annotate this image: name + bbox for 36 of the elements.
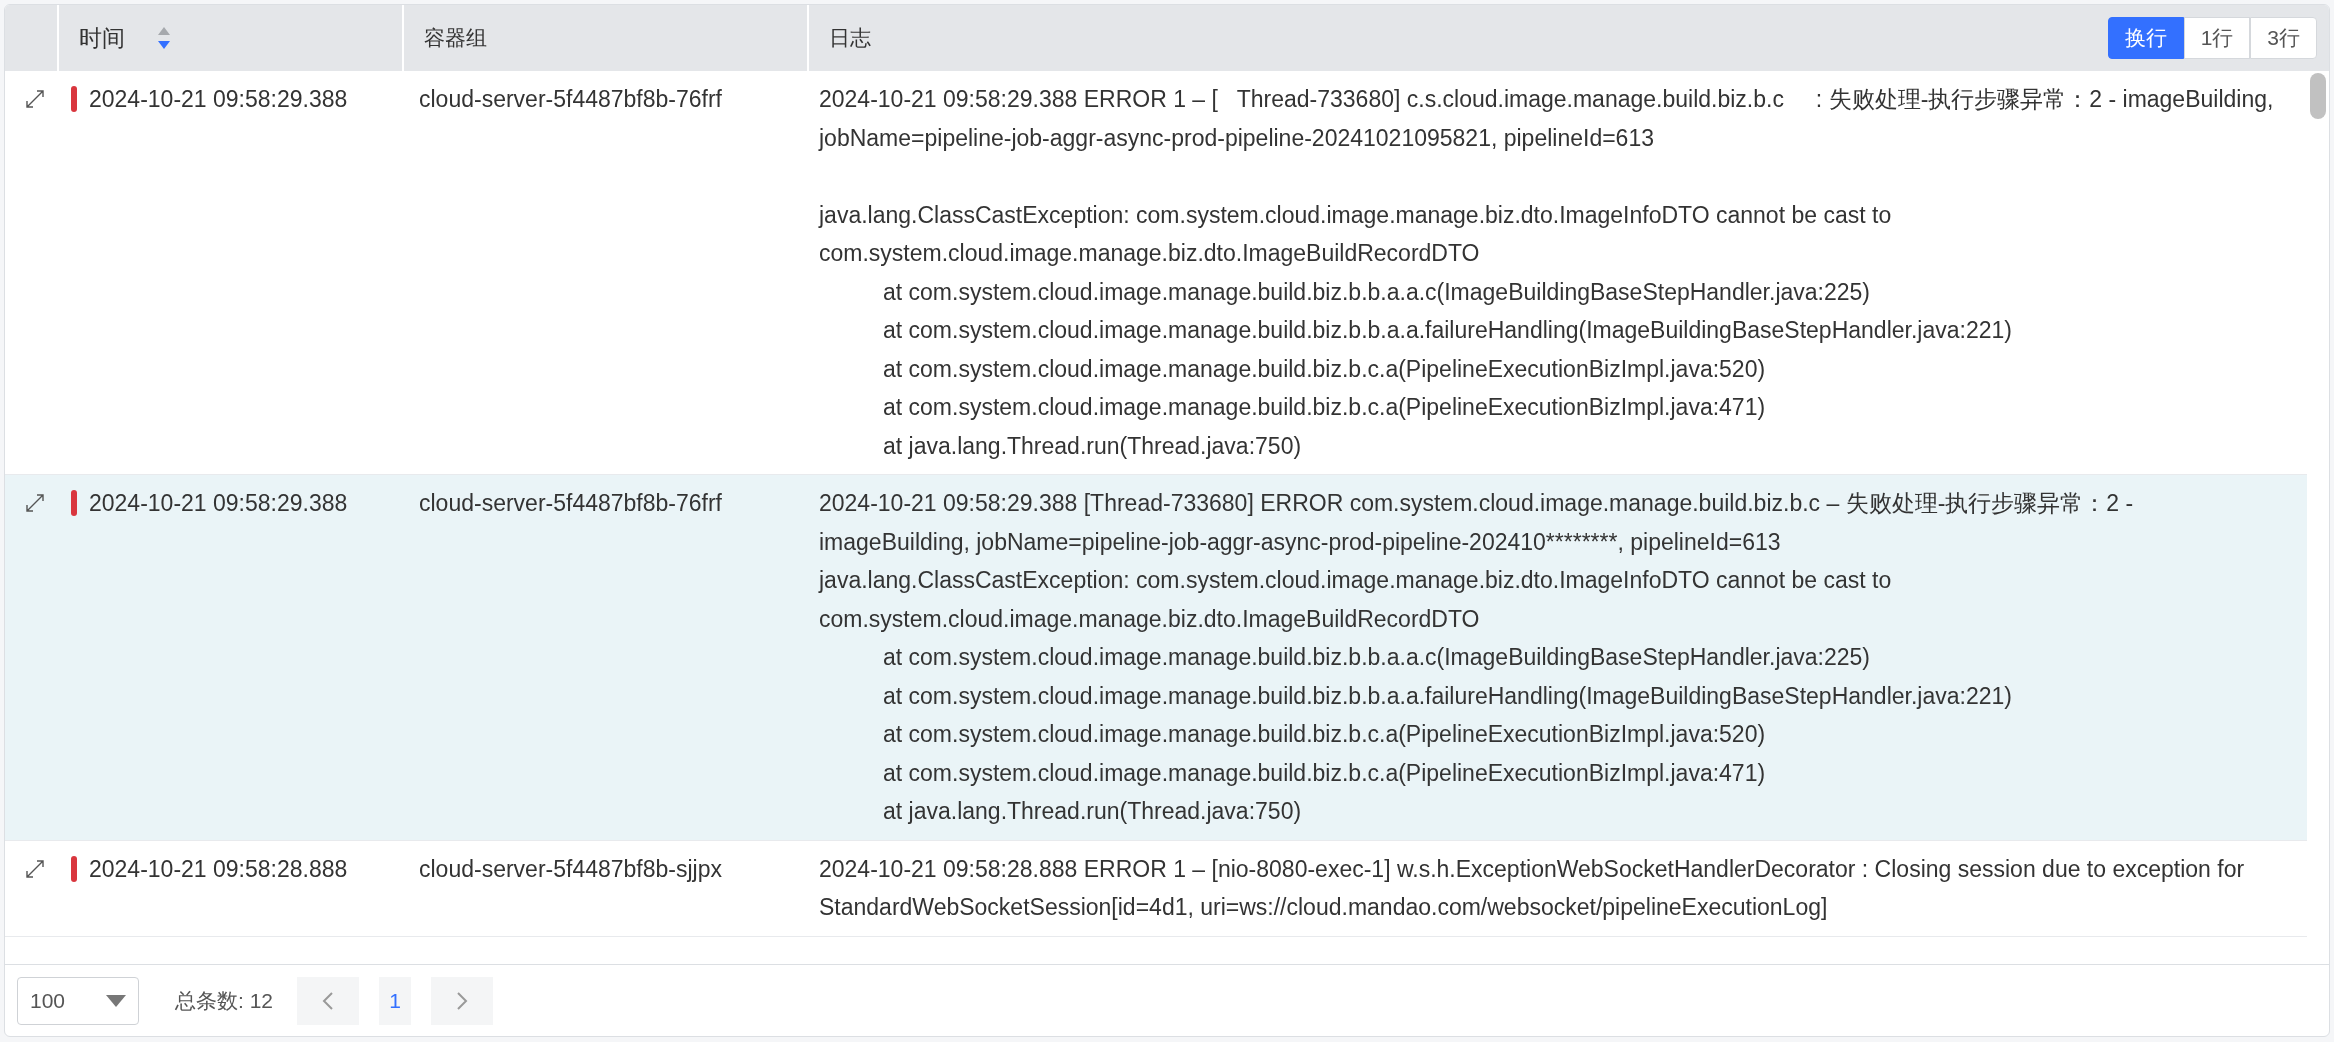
log-row[interactable] [5,475,2307,841]
wrap-mode-tab[interactable]: 换行 [2107,17,2184,59]
stack-frame-line: at com.system.cloud.image.manage.build.biz.b.c.a(PipelineExecutionBizImpl.java:520) [882,354,1767,384]
stack-frame-line: at com.system.cloud.image.manage.build.biz.b.c.a(PipelineExecutionBizImpl.java:471) [882,758,1767,788]
expand-icon[interactable] [25,493,45,513]
column-header[interactable]: 时间 [79,20,125,56]
time-cell-text: 2024-10-21 09:58:29.388 [89,489,348,518]
time-cell-text: 2024-10-21 09:58:28.888 [89,854,348,884]
pod-cell: cloud-server-5f4487bf8b-76frf [419,490,722,516]
page-size-select[interactable]: 100 [17,976,139,1025]
stack-frame-line: at com.system.cloud.image.manage.build.biz.b.c.a(PipelineExecutionBizImpl.java:471) [882,393,1767,422]
total-count: 总条数: 12 [175,987,274,1014]
stack-frame-line: at com.system.cloud.image.manage.build.biz.b.b.a.a.failureHandling(ImageBuildingBaseStepHandler.java:221) [882,316,2013,345]
stack-frame-line: at com.system.cloud.image.manage.build.biz.b.b.a.a.c(ImageBuildingBaseStepHandler.java:225) [882,277,1871,307]
pod-cell: cloud-server-5f4487bf8b-sjjpx [419,855,722,882]
pod-cell: cloud-server-5f4487bf8b-76frf [419,86,722,112]
column-header: 日志 [829,25,871,52]
column-header: 容器组 [424,25,487,52]
page-number[interactable]: 1 [379,976,412,1025]
log-line: 2024-10-21 09:58:29.388 ERROR 1 – [ Thread-733680] c.s.cloud.image.manage.build.biz.b.c : 失败处理-执行步骤异常：2 - imageBuilding, jobName=pipeline-job-aggr-async-prod-pipeline-20241021095821, pipelineId=613 [819,85,2275,153]
stack-frame-line: at java.lang.Thread.run(Thread.java:750) [882,797,1303,826]
stack-frame-line: at com.system.cloud.image.manage.build.biz.b.b.a.a.c(ImageBuildingBaseStepHandler.java:225) [882,643,1871,672]
log-line: 2024-10-21 09:58:28.888 ERROR 1 – [nio-8080-exec-1] w.s.h.ExceptionWebSocketHandlerDecorator : Closing session due to exception for StandardWebSocketSession[id=4d1, uri=ws://cloud.mandao.com/websocket/pipelineExecutionLog] [819,854,2246,922]
chevron-right-icon [456,990,469,1011]
expand-icon[interactable] [25,89,45,109]
sort-icon[interactable] [157,25,171,51]
expand-icon[interactable] [25,858,45,879]
stack-frame-line: at com.system.cloud.image.manage.build.biz.b.c.a(PipelineExecutionBizImpl.java:520) [882,720,1767,749]
stack-frame-line: at java.lang.Thread.run(Thread.java:750) [882,431,1303,461]
wrap-mode-tab[interactable]: 3行 [2250,17,2317,59]
stack-frame-line: at com.system.cloud.image.manage.build.biz.b.b.a.a.failureHandling(ImageBuildingBaseStepHandler.java:221) [882,681,2013,711]
time-cell-text: 2024-10-21 09:58:29.388 [89,85,348,114]
chevron-left-icon [322,990,335,1011]
caret-icon [106,994,126,1007]
wrap-mode-tab[interactable]: 1行 [2183,17,2251,59]
scrollbar-thumb[interactable] [2310,73,2326,119]
